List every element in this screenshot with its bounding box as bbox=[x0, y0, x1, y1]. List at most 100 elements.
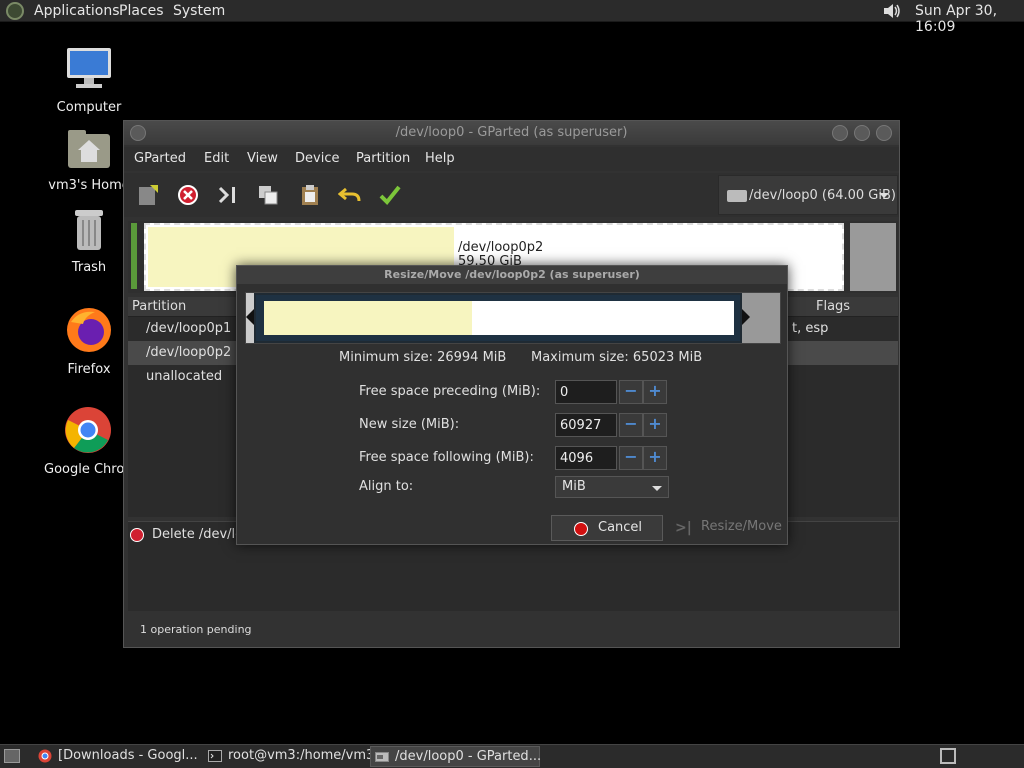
partition-frame[interactable] bbox=[256, 295, 740, 341]
delete-op-icon bbox=[130, 528, 144, 542]
column-partition[interactable]: Partition bbox=[132, 299, 186, 314]
free-following-input[interactable] bbox=[555, 446, 617, 470]
top-panel: Applications Places System Sun Apr 30, 1… bbox=[0, 0, 1024, 35]
new-size-input[interactable] bbox=[555, 413, 617, 437]
free-following-spinner: − + bbox=[555, 446, 669, 470]
taskbar-item-label: root@vm3:/home/vm3 bbox=[228, 748, 375, 763]
partition-body bbox=[264, 301, 734, 335]
menubar: GParted Edit View Device Partition Help bbox=[124, 147, 899, 171]
new-size-spinner: − + bbox=[555, 413, 669, 437]
align-to-select[interactable]: MiB bbox=[555, 476, 669, 498]
home-folder-icon bbox=[68, 130, 110, 168]
free-preceding-input[interactable] bbox=[555, 380, 617, 404]
desktop-icon-chrome[interactable]: Google Chrome bbox=[44, 406, 132, 477]
resize-move-button[interactable]: >| Resize/Move bbox=[669, 515, 782, 541]
maximize-icon[interactable] bbox=[854, 125, 870, 141]
minus-icon[interactable]: − bbox=[619, 446, 643, 470]
taskbar-item-label: /dev/loop0 - GParted... bbox=[395, 749, 542, 764]
applications-menu[interactable]: Applications bbox=[34, 3, 120, 19]
resize-move-icon[interactable] bbox=[216, 183, 240, 207]
window-titlebar[interactable]: /dev/loop0 - GParted (as superuser) bbox=[124, 121, 899, 145]
cancel-button[interactable]: Cancel bbox=[551, 515, 663, 541]
device-selector-label: /dev/loop0 (64.00 GiB) bbox=[749, 188, 896, 203]
chrome-icon bbox=[65, 407, 111, 453]
close-icon[interactable] bbox=[876, 125, 892, 141]
taskbar-item-gparted[interactable]: /dev/loop0 - GParted... bbox=[370, 746, 542, 767]
computer-icon bbox=[67, 48, 111, 88]
volume-icon[interactable] bbox=[882, 2, 902, 20]
show-desktop-icon[interactable] bbox=[4, 749, 20, 763]
copy-icon[interactable] bbox=[256, 183, 280, 207]
free-preceding-spinner: − + bbox=[555, 380, 669, 404]
menu-device[interactable]: Device bbox=[295, 151, 339, 166]
menu-partition[interactable]: Partition bbox=[356, 151, 410, 166]
cancel-button-label: Cancel bbox=[598, 520, 643, 535]
partition-map-unallocated[interactable] bbox=[850, 223, 896, 291]
row-partition-name: unallocated bbox=[146, 369, 223, 384]
minimize-icon[interactable] bbox=[832, 125, 848, 141]
left-handle-icon[interactable] bbox=[246, 309, 254, 325]
resize-move-dialog: Resize/Move /dev/loop0p2 (as superuser) … bbox=[236, 265, 788, 545]
system-menu[interactable]: System bbox=[173, 3, 225, 19]
dialog-title[interactable]: Resize/Move /dev/loop0p2 (as superuser) bbox=[237, 266, 787, 284]
menu-help[interactable]: Help bbox=[425, 151, 455, 166]
desktop-icon-label: Trash bbox=[71, 260, 107, 275]
free-following-label: Free space following (MiB): bbox=[359, 450, 534, 465]
status-bar: 1 operation pending bbox=[128, 615, 898, 645]
terminal-icon bbox=[208, 750, 222, 762]
partition-used-space bbox=[264, 301, 472, 335]
workspace-switcher-icon[interactable] bbox=[940, 748, 956, 764]
right-handle-icon[interactable] bbox=[742, 309, 750, 325]
taskbar: [Downloads - Googl... root@vm3:/home/vm3… bbox=[0, 744, 1024, 768]
resize-move-icon: >| bbox=[675, 520, 692, 536]
column-flags[interactable]: Flags bbox=[816, 299, 850, 314]
minus-icon[interactable]: − bbox=[619, 380, 643, 404]
device-selector[interactable]: /dev/loop0 (64.00 GiB) bbox=[718, 175, 898, 215]
desktop-icon-label: Google Chrome bbox=[44, 462, 132, 477]
apply-icon[interactable] bbox=[378, 183, 402, 207]
partition-map-p1[interactable] bbox=[131, 223, 137, 289]
desktop-icon-home[interactable]: vm3's Home bbox=[44, 128, 134, 193]
undo-icon[interactable] bbox=[338, 183, 362, 207]
new-size-label: New size (MiB): bbox=[359, 417, 460, 432]
chevron-down-icon bbox=[652, 486, 662, 491]
desktop-icon-trash[interactable]: Trash bbox=[44, 208, 134, 275]
taskbar-item-terminal[interactable]: root@vm3:/home/vm3 bbox=[204, 746, 374, 767]
row-partition-name: /dev/loop0p1 bbox=[146, 321, 232, 336]
menu-gparted[interactable]: GParted bbox=[134, 151, 186, 166]
desktop-icon-label: Firefox bbox=[67, 362, 111, 377]
menu-view[interactable]: View bbox=[247, 151, 278, 166]
distro-logo-icon[interactable] bbox=[6, 2, 24, 20]
resize-graph bbox=[245, 292, 781, 344]
gparted-icon bbox=[375, 752, 389, 762]
menu-edit[interactable]: Edit bbox=[204, 151, 229, 166]
row-flags: t, esp bbox=[792, 321, 829, 336]
clock[interactable]: Sun Apr 30, 16:09 bbox=[915, 3, 1024, 35]
minimum-size: Minimum size: 26994 MiB bbox=[339, 350, 507, 365]
new-partition-icon[interactable] bbox=[136, 183, 160, 207]
plus-icon[interactable]: + bbox=[643, 413, 667, 437]
align-to-value: MiB bbox=[562, 479, 586, 494]
plus-icon[interactable]: + bbox=[643, 446, 667, 470]
resize-move-button-label: Resize/Move bbox=[701, 519, 782, 534]
desktop-icon-label: vm3's Home bbox=[48, 178, 130, 193]
free-preceding-label: Free space preceding (MiB): bbox=[359, 384, 541, 399]
paste-icon[interactable] bbox=[298, 183, 322, 207]
plus-icon[interactable]: + bbox=[643, 380, 667, 404]
chevron-down-icon bbox=[879, 193, 889, 198]
places-menu[interactable]: Places bbox=[119, 3, 164, 19]
minus-icon[interactable]: − bbox=[619, 413, 643, 437]
taskbar-item-label: [Downloads - Googl... bbox=[58, 748, 198, 763]
window-title: /dev/loop0 - GParted (as superuser) bbox=[395, 125, 628, 140]
chrome-icon bbox=[38, 749, 52, 763]
delete-partition-icon[interactable] bbox=[176, 183, 200, 207]
taskbar-item-chrome[interactable]: [Downloads - Googl... bbox=[34, 746, 198, 767]
toolbar: /dev/loop0 (64.00 GiB) bbox=[124, 173, 899, 217]
desktop-icon-label: Computer bbox=[56, 100, 122, 115]
desktop-icon-computer[interactable]: Computer bbox=[44, 46, 134, 115]
maximum-size: Maximum size: 65023 MiB bbox=[531, 350, 703, 365]
disk-icon bbox=[727, 190, 747, 202]
desktop-icon-firefox[interactable]: Firefox bbox=[44, 306, 134, 377]
row-partition-name: /dev/loop0p2 bbox=[146, 345, 232, 360]
cancel-icon bbox=[574, 522, 588, 536]
